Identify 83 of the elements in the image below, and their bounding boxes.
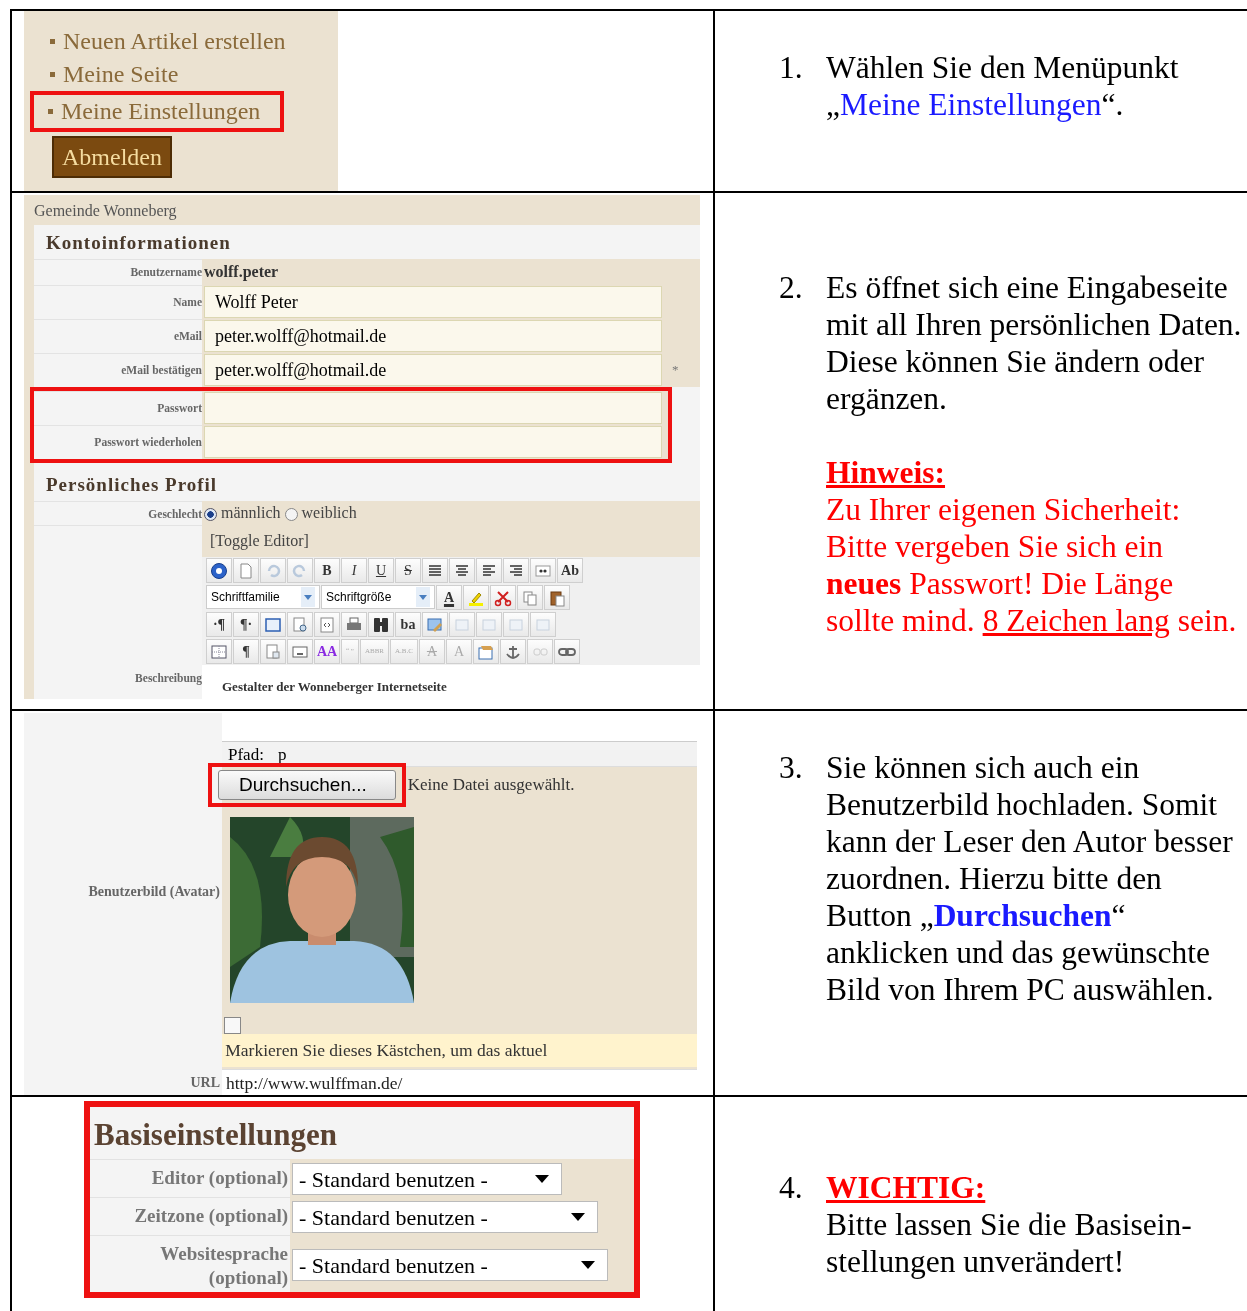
bullet-icon bbox=[48, 109, 53, 114]
template-icon bbox=[264, 642, 282, 661]
table-grid-icon bbox=[210, 642, 228, 661]
bullet-icon bbox=[50, 39, 55, 44]
dropdown[interactable]: - Standard benutzen - bbox=[292, 1249, 608, 1281]
toolbar-button[interactable]: A bbox=[436, 585, 462, 610]
input-field[interactable]: Wolff Peter bbox=[204, 286, 662, 318]
input-field[interactable]: peter.wolff@hotmail.de bbox=[204, 354, 662, 386]
instruction-text: Es öffnet sich eine Eingabeseite mit all Ihren persönlichen Daten. Diese können Sie ändern oder ergänzen. bbox=[826, 269, 1243, 417]
input-field[interactable]: peter.wolff@hotmail.de bbox=[204, 320, 662, 352]
clipboard-icon bbox=[548, 588, 566, 607]
toggle-editor-link[interactable]: [Toggle Editor] bbox=[202, 525, 700, 557]
toolbar-button[interactable]: I bbox=[341, 558, 367, 583]
menu-link[interactable]: Meine Einstellungen bbox=[30, 91, 285, 132]
toolbar-button[interactable]: AA bbox=[314, 639, 340, 664]
dropdown[interactable]: - Standard benutzen - bbox=[292, 1201, 598, 1233]
section-heading: Basiseinstellungen bbox=[93, 1116, 338, 1154]
code-icon bbox=[318, 615, 336, 634]
instruction-text: Sie können sich auch ein Benutzerbild hochladen. Somit kann der Leser den Autor besser zuordnen. Hierzu bitte den Button „Durchsuchen“ anklicken und das gewünschte Bild von Ihrem PC auswählen. bbox=[826, 749, 1234, 1008]
section-heading: Kontoinformationen bbox=[45, 231, 232, 255]
toolbar-button[interactable] bbox=[368, 612, 394, 637]
field-label: Benutzerbild (Avatar) bbox=[24, 713, 222, 1069]
instruction-text: Zu Ihrer eigenen Sicherheit: Bitte vergeben Sie sich ein neues Passwort! Die Länge sollte mind. 8 Zeichen lang sein. bbox=[826, 491, 1238, 639]
toolbar-button[interactable] bbox=[490, 585, 516, 610]
toolbar-button[interactable]: ¶ bbox=[233, 639, 259, 664]
warning-heading: Hinweis: bbox=[826, 454, 946, 491]
toolbar-button[interactable] bbox=[422, 558, 448, 583]
toolbar-button[interactable] bbox=[449, 558, 475, 583]
logout-button[interactable]: Abmelden bbox=[52, 136, 172, 178]
instruction-text: Bitte lassen Sie die Basisein-stellungen unverändert! bbox=[826, 1206, 1193, 1280]
checkbox-label: Markieren Sie dieses Kästchen, um das aktuel bbox=[222, 1034, 697, 1067]
required-mark: * bbox=[672, 361, 679, 380]
username-value: wolff.peter bbox=[204, 262, 279, 283]
editor-text: Gestalter der Wonneberger Internetseite bbox=[202, 665, 700, 699]
radio-button[interactable] bbox=[284, 507, 298, 521]
url-value: http://www.wulffman.de/ bbox=[225, 1073, 403, 1093]
toolbar-button[interactable]: ·¶ bbox=[206, 612, 232, 637]
browse-button[interactable]: Durchsuchen... bbox=[218, 770, 396, 800]
toolbar-button[interactable] bbox=[544, 585, 570, 610]
toolbar-button[interactable]: ba bbox=[395, 612, 421, 637]
font-dropdown[interactable]: Schriftfamilie bbox=[206, 585, 320, 609]
page-icon bbox=[237, 561, 255, 580]
toolbar-button[interactable] bbox=[206, 558, 232, 583]
dropdown[interactable]: - Standard benutzen - bbox=[292, 1163, 562, 1195]
step-number: 3. bbox=[779, 749, 804, 787]
menu-link[interactable]: Neuen Artikel erstellen bbox=[24, 25, 286, 58]
warning-heading: WICHTIG: bbox=[826, 1169, 987, 1206]
toolbar-button[interactable]: B bbox=[314, 558, 340, 583]
instruction-text: Wählen Sie den Menüpunkt „Meine Einstellungen“. bbox=[826, 49, 1180, 123]
toolbar-button[interactable]: S bbox=[395, 558, 421, 583]
toolbar-button[interactable] bbox=[503, 558, 529, 583]
step-number: 4. bbox=[779, 1169, 804, 1207]
menu-link[interactable]: Meine Seite bbox=[24, 58, 179, 91]
toolbar-button[interactable]: U bbox=[368, 558, 394, 583]
preview-icon bbox=[291, 615, 309, 634]
toolbar-button[interactable] bbox=[476, 558, 502, 583]
copy-icon bbox=[521, 588, 539, 607]
radio-button[interactable] bbox=[204, 507, 217, 521]
file-status: Keine Datei ausgewählt. bbox=[407, 774, 575, 797]
help-icon bbox=[210, 561, 228, 580]
radio-label: männlich bbox=[221, 504, 281, 521]
toolbar-button[interactable]: Ab bbox=[557, 558, 583, 583]
caret-icon bbox=[581, 1261, 595, 1269]
field-label: URL bbox=[24, 1069, 222, 1095]
fullscreen-icon bbox=[264, 615, 282, 634]
input-field[interactable] bbox=[204, 392, 662, 424]
toolbar-button[interactable]: ¶· bbox=[233, 612, 259, 637]
toolbar-button[interactable] bbox=[499, 639, 526, 664]
caret-icon bbox=[571, 1213, 585, 1221]
radio-label: weiblich bbox=[301, 504, 357, 521]
toolbar-button[interactable] bbox=[553, 639, 580, 664]
checkbox[interactable] bbox=[224, 1017, 241, 1034]
site-title: Gemeinde Wonneberg bbox=[33, 201, 178, 222]
scissors-icon bbox=[494, 588, 512, 607]
input-field[interactable] bbox=[204, 426, 662, 458]
bullet-icon bbox=[50, 72, 55, 77]
caret-icon bbox=[535, 1175, 549, 1183]
section-heading: Persönliches Profil bbox=[45, 473, 219, 497]
font-dropdown[interactable]: Schriftgröße bbox=[321, 585, 435, 609]
image-icon bbox=[426, 615, 444, 634]
step-number: 2. bbox=[779, 269, 804, 307]
path-label: Pfad: bbox=[228, 745, 264, 764]
step-number: 1. bbox=[779, 49, 804, 87]
